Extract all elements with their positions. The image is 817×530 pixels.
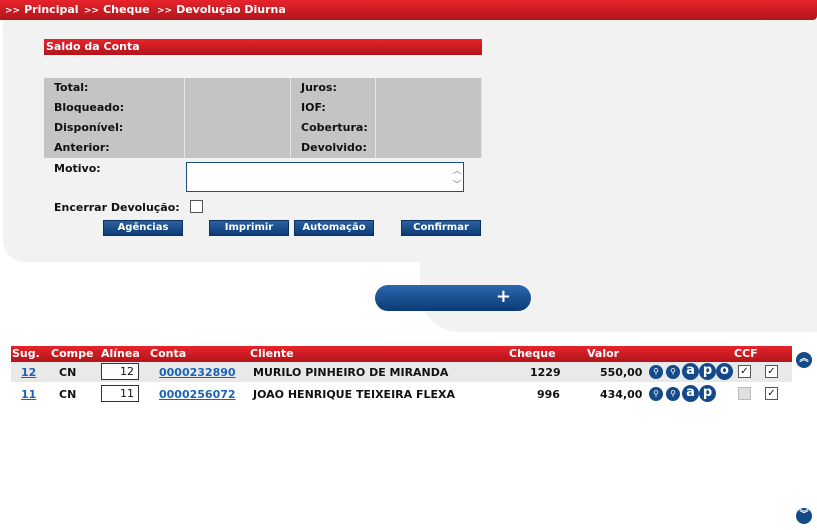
ccf-checkbox xyxy=(738,387,751,400)
encerrar-devolucao-label: Encerrar Devolução: xyxy=(54,201,180,214)
valor-cell: 550,00 xyxy=(600,366,643,379)
saldo-value-disponivel xyxy=(185,118,291,138)
table-row: 12 CN 12 0000232890 MURILO PINHEIRO DE M… xyxy=(11,362,792,382)
motivo-label: Motivo: xyxy=(54,162,101,175)
encerrar-devolucao-checkbox[interactable] xyxy=(190,200,203,213)
saldo-value-devolvido xyxy=(376,138,482,158)
col-valor: Valor xyxy=(587,347,620,360)
scroll-bottom-icon[interactable]: ︾ xyxy=(796,508,812,524)
agencias-button[interactable]: Agências xyxy=(103,220,183,236)
saldo-value-juros xyxy=(376,78,482,98)
scroll-up-icon[interactable]: ︿ xyxy=(453,165,461,176)
breadcrumb-principal[interactable]: >> Principal xyxy=(5,3,79,16)
saldo-value-bloqueado xyxy=(185,98,291,118)
a-icon[interactable]: a xyxy=(682,385,699,402)
sug-link[interactable]: 11 xyxy=(21,388,36,401)
o-icon[interactable]: o xyxy=(716,363,733,380)
double-chevron-right-icon: >> xyxy=(84,6,100,16)
breadcrumb-devolucao-diurna: >> Devolução Diurna xyxy=(157,3,286,16)
search-icon[interactable]: ⚲ xyxy=(649,365,663,379)
saldo-label-cobertura: Cobertura: xyxy=(291,118,376,138)
saldo-value-iof xyxy=(376,98,482,118)
alinea-input[interactable]: 12 xyxy=(101,363,139,380)
compe-cell: CN xyxy=(59,388,77,401)
select-checkbox[interactable]: ✓ xyxy=(765,365,778,378)
saldo-label-anterior: Anterior: xyxy=(44,138,185,158)
valor-cell: 434,00 xyxy=(600,388,643,401)
saldo-label-juros: Juros: xyxy=(291,78,376,98)
automacao-button[interactable]: Automação xyxy=(294,220,374,236)
p-icon[interactable]: p xyxy=(699,385,716,402)
select-checkbox[interactable]: ✓ xyxy=(765,387,778,400)
saldo-label-bloqueado: Bloqueado: xyxy=(44,98,185,118)
search-icon[interactable]: ⚲ xyxy=(649,387,663,401)
scroll-top-icon[interactable]: ︽ xyxy=(796,352,812,368)
sug-link[interactable]: 12 xyxy=(21,366,36,379)
table-header: Sug. Compe Alínea Conta Cliente Cheque V… xyxy=(11,346,792,362)
cliente-cell: MURILO PINHEIRO DE MIRANDA xyxy=(253,366,449,379)
scroll-down-icon[interactable]: ﹀ xyxy=(453,179,461,190)
saldo-value-anterior xyxy=(185,138,291,158)
search-icon[interactable]: ⚲ xyxy=(666,387,680,401)
compe-cell: CN xyxy=(59,366,77,379)
table-row: 11 CN 11 0000256072 JOAO HENRIQUE TEIXEI… xyxy=(11,384,792,404)
saldo-value-cobertura xyxy=(376,118,482,138)
cheque-cell: 996 xyxy=(537,388,560,401)
form-panel-join xyxy=(530,255,630,275)
imprimir-button[interactable]: Imprimir xyxy=(209,220,289,236)
saldo-label-total: Total: xyxy=(44,78,185,98)
p-icon[interactable]: p xyxy=(699,363,716,380)
cheque-cell: 1229 xyxy=(530,366,561,379)
double-chevron-right-icon: >> xyxy=(5,6,21,16)
double-chevron-right-icon: >> xyxy=(157,6,173,16)
col-sug: Sug. xyxy=(12,347,40,360)
motivo-textarea[interactable]: ︿ ﹀ xyxy=(186,162,464,192)
saldo-label-iof: IOF: xyxy=(291,98,376,118)
alinea-input[interactable]: 11 xyxy=(101,385,139,402)
col-compe: Compe xyxy=(51,347,94,360)
confirmar-button[interactable]: Confirmar xyxy=(401,220,481,236)
col-cliente: Cliente xyxy=(250,347,294,360)
col-alinea: Alínea xyxy=(101,347,140,360)
breadcrumb: >> Principal >> Cheque >> Devolução Diurna xyxy=(0,0,817,20)
conta-link[interactable]: 0000232890 xyxy=(159,366,236,379)
a-icon[interactable]: a xyxy=(682,363,699,380)
cliente-cell: JOAO HENRIQUE TEIXEIRA FLEXA xyxy=(253,388,456,401)
saldo-value-total xyxy=(185,78,291,98)
breadcrumb-cheque[interactable]: >> Cheque xyxy=(84,3,150,16)
add-button[interactable]: + xyxy=(375,285,531,311)
conta-link[interactable]: 0000256072 xyxy=(159,388,236,401)
col-ccf: CCF xyxy=(734,347,758,360)
ccf-checkbox[interactable]: ✓ xyxy=(738,365,751,378)
saldo-label-devolvido: Devolvido: xyxy=(291,138,376,158)
col-conta: Conta xyxy=(150,347,187,360)
saldo-label-disponivel: Disponível: xyxy=(44,118,185,138)
search-icon[interactable]: ⚲ xyxy=(666,365,680,379)
saldo-title: Saldo da Conta xyxy=(44,39,482,55)
col-cheque: Cheque xyxy=(509,347,556,360)
